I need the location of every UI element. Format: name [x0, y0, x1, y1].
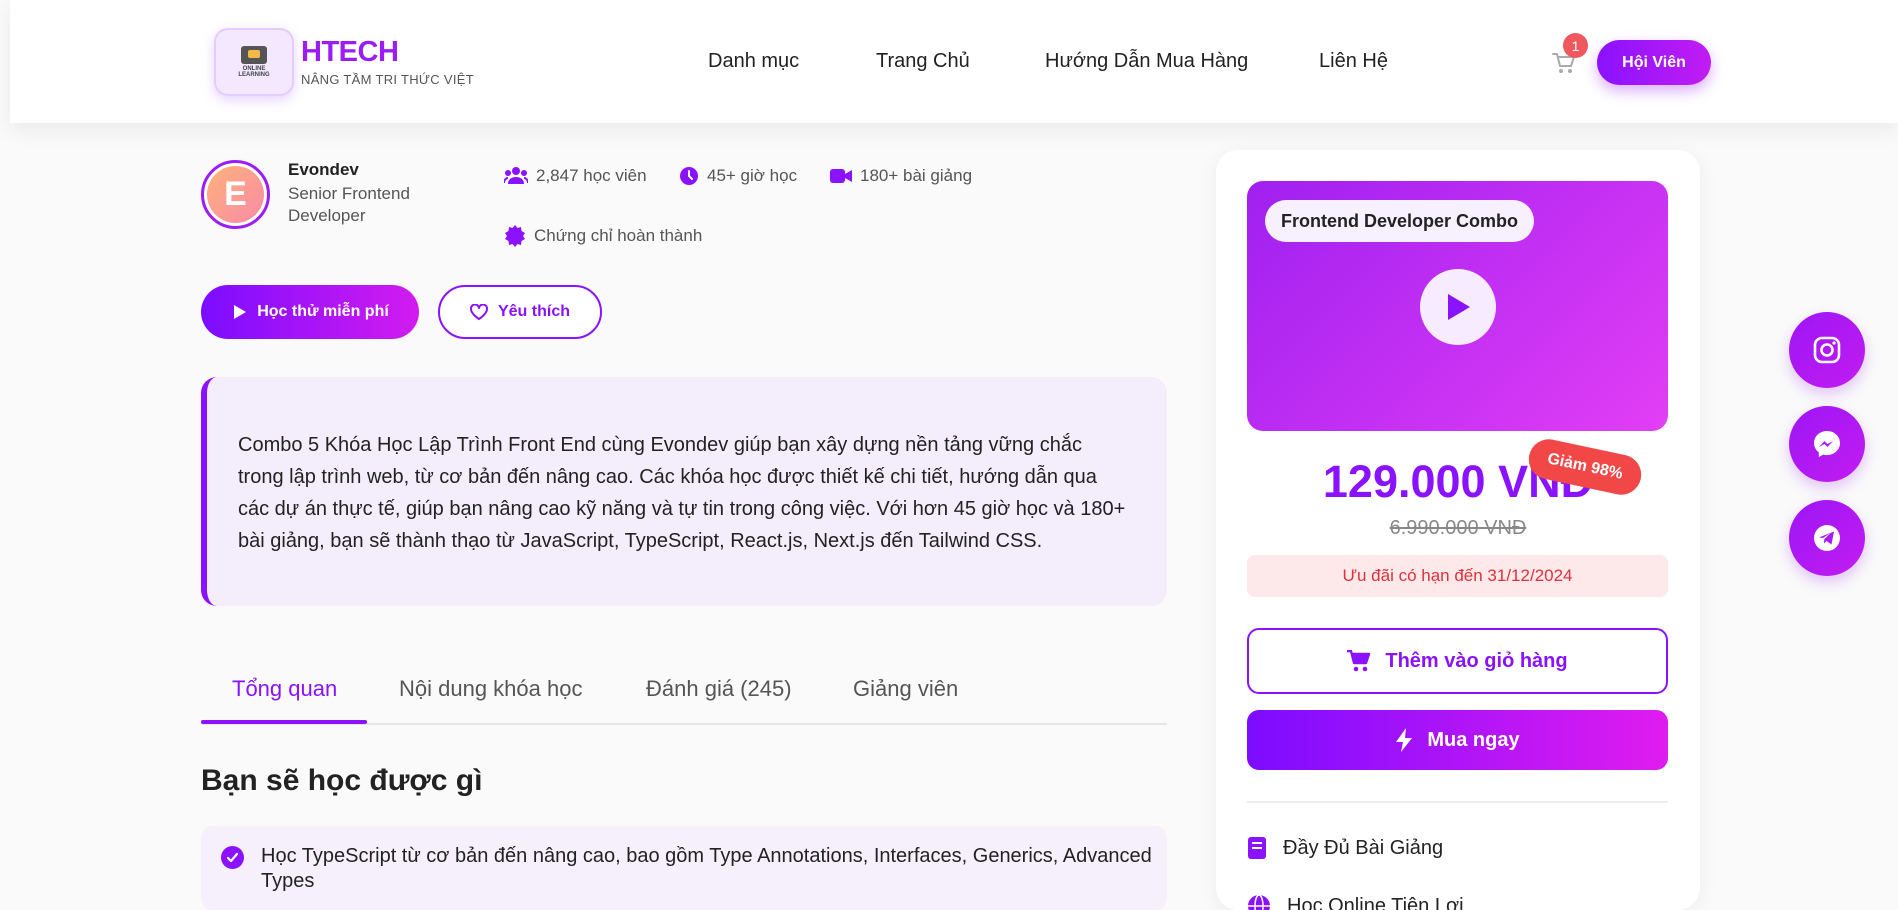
instructor-name: Evondev: [288, 160, 359, 179]
instructor-avatar: E: [201, 160, 270, 229]
heart-icon: [469, 304, 488, 320]
offer-deadline: Ưu đãi có hạn đến 31/12/2024: [1247, 555, 1668, 597]
users-icon: [504, 167, 528, 184]
logo[interactable]: ONLINE LEARNING: [214, 28, 294, 96]
video-icon: [830, 169, 852, 183]
play-icon: [1448, 294, 1470, 320]
feature-text: Học Online Tiện Lợi: [1287, 894, 1464, 910]
brand-name[interactable]: HTECH: [301, 36, 399, 69]
tab-reviews[interactable]: Đánh giá (245): [646, 676, 792, 702]
messenger-icon: [1814, 431, 1840, 457]
stat-hours: 45+ giờ học: [679, 166, 797, 186]
try-free-button[interactable]: Học thử miễn phí: [201, 285, 419, 339]
try-free-label: Học thử miễn phí: [257, 303, 389, 320]
original-price: 6.990.000 VNĐ: [1389, 517, 1527, 539]
nav-categories[interactable]: Danh mục: [708, 50, 799, 73]
messenger-button[interactable]: [1789, 406, 1865, 482]
play-icon: [234, 305, 247, 319]
avatar-initial: E: [207, 166, 264, 223]
buy-now-button[interactable]: Mua ngay: [1247, 710, 1668, 770]
globe-icon: [1248, 894, 1270, 910]
instagram-button[interactable]: [1789, 312, 1865, 388]
list-item: Học TypeScript từ cơ bản đến nâng cao, b…: [201, 826, 1167, 910]
book-icon: [1248, 837, 1266, 859]
video-label: Frontend Developer Combo: [1265, 200, 1535, 242]
instructor-title: Senior Frontend Developer: [288, 184, 410, 225]
nav-buying-guide[interactable]: Hướng Dẫn Mua Hàng: [1045, 50, 1248, 73]
learn-item-text: Học TypeScript từ cơ bản đến nâng cao, b…: [261, 845, 1152, 892]
course-page: ONLINE LEARNING HTECH NÂNG TẦM TRI THỨC …: [0, 0, 1898, 910]
stat-lessons: 180+ bài giảng: [830, 166, 972, 186]
certificate-icon: [505, 225, 525, 247]
tab-instructor[interactable]: Giảng viên: [853, 676, 958, 702]
tab-overview[interactable]: Tổng quan: [232, 676, 337, 702]
course-description: Combo 5 Khóa Học Lập Trình Front End cùn…: [201, 377, 1167, 606]
stat-certificate-text: Chứng chỉ hoàn thành: [534, 226, 703, 245]
buy-now-label: Mua ngay: [1427, 728, 1520, 751]
favorite-label: Yêu thích: [497, 303, 570, 320]
divider: [1247, 801, 1668, 803]
add-to-cart-button[interactable]: Thêm vào giỏ hàng: [1247, 628, 1668, 694]
check-icon: [221, 846, 244, 869]
active-tab-indicator: [201, 720, 367, 724]
telegram-button[interactable]: [1789, 500, 1865, 576]
brand-tagline: NÂNG TẦM TRI THỨC VIỆT: [301, 72, 474, 87]
nav-home[interactable]: Trang Chủ: [876, 50, 970, 73]
clock-icon: [680, 167, 698, 185]
feature-text: Đầy Đủ Bài Giảng: [1283, 836, 1444, 859]
graduation-cap-icon: [241, 46, 267, 64]
course-preview-video[interactable]: Frontend Developer Combo: [1247, 181, 1668, 431]
course-tabs: Tổng quan Nội dung khóa học Đánh giá (24…: [201, 664, 1167, 725]
stat-certificate: Chứng chỉ hoàn thành: [504, 225, 702, 247]
cart-icon: [1347, 650, 1371, 672]
favorite-button[interactable]: Yêu thích: [438, 285, 602, 339]
lightning-icon: [1396, 728, 1413, 752]
telegram-icon: [1814, 525, 1840, 551]
member-button[interactable]: Hội Viên: [1597, 40, 1711, 85]
stat-students-text: 2,847 học viên: [536, 166, 647, 185]
stat-hours-text: 45+ giờ học: [707, 166, 798, 185]
feature-full-lessons: Đầy Đủ Bài Giảng: [1247, 836, 1443, 860]
instagram-icon: [1813, 336, 1841, 364]
feature-online-learning: Học Online Tiện Lợi: [1247, 894, 1464, 910]
tab-content[interactable]: Nội dung khóa học: [399, 676, 582, 702]
play-button[interactable]: [1420, 269, 1496, 345]
logo-caption: ONLINE LEARNING: [238, 66, 270, 78]
stat-students: 2,847 học viên: [504, 166, 647, 186]
add-to-cart-label: Thêm vào giỏ hàng: [1385, 649, 1568, 672]
cart-count-badge: 1: [1563, 33, 1588, 58]
nav-contact[interactable]: Liên Hệ: [1319, 50, 1388, 73]
learn-section-title: Bạn sẽ học được gì: [201, 764, 483, 797]
purchase-card: Frontend Developer Combo 129.000 VNĐ 6.9…: [1216, 150, 1700, 910]
stat-lessons-text: 180+ bài giảng: [860, 166, 973, 185]
